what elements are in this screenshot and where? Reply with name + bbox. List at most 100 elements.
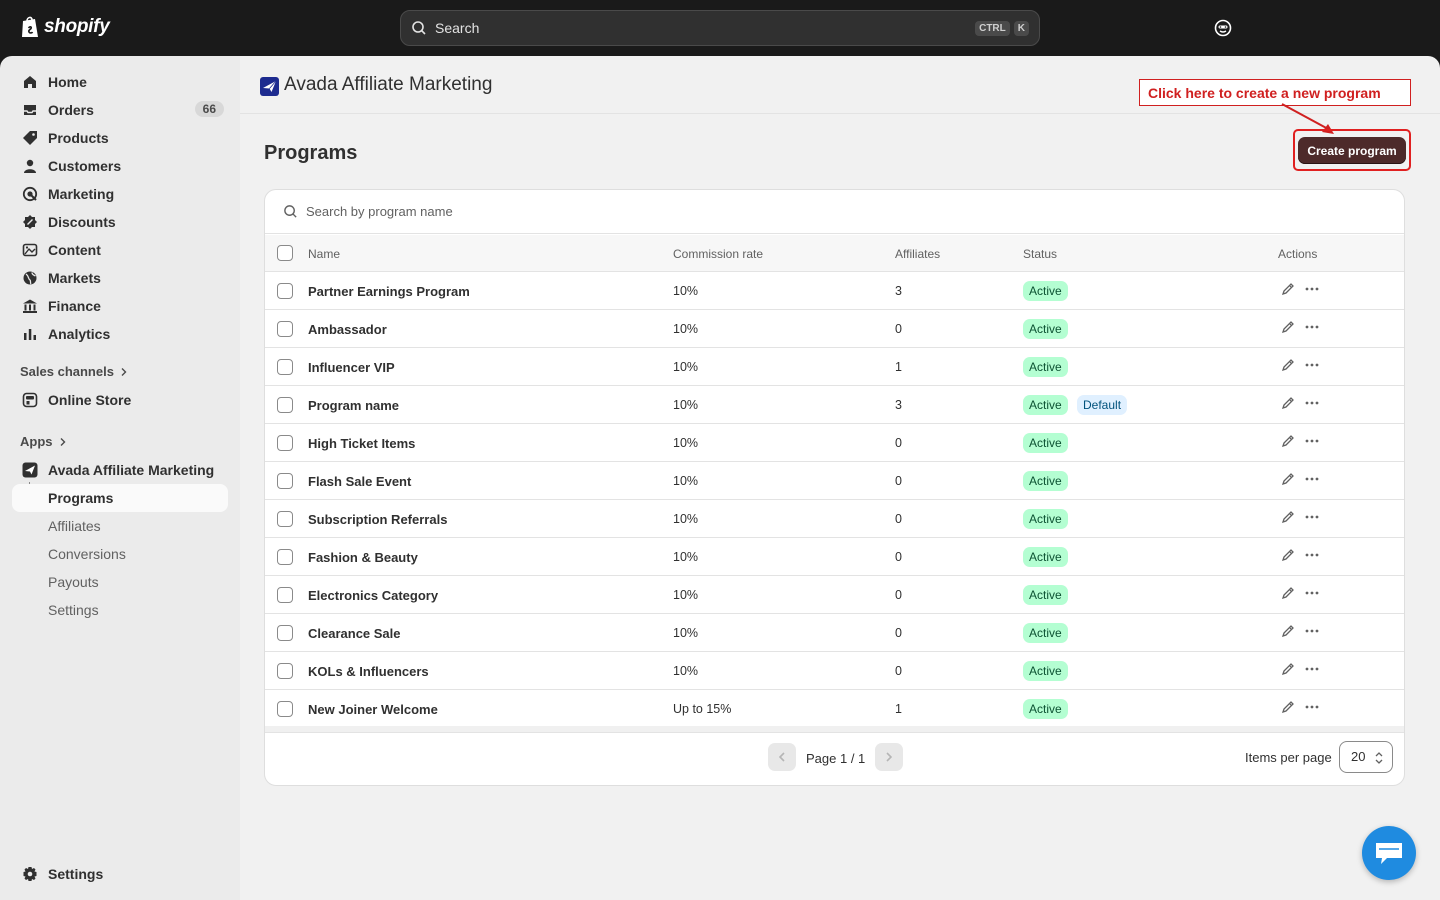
table-row[interactable]: High Ticket Items 10% 0 Active bbox=[265, 424, 1404, 462]
store-avatar-icon[interactable] bbox=[1214, 19, 1232, 37]
edit-pencil-icon[interactable] bbox=[1280, 509, 1296, 525]
column-name: Name bbox=[308, 247, 341, 261]
sidebar-item-marketing[interactable]: Marketing bbox=[12, 180, 228, 208]
row-checkbox[interactable] bbox=[277, 473, 293, 489]
table-row[interactable]: Fashion & Beauty 10% 0 Active bbox=[265, 538, 1404, 576]
shortcut-key-k: K bbox=[1013, 20, 1029, 36]
row-checkbox[interactable] bbox=[277, 663, 293, 679]
global-search[interactable]: Search CTRL K bbox=[400, 10, 1040, 46]
edit-pencil-icon[interactable] bbox=[1280, 699, 1296, 715]
sidebar-item-settings[interactable]: Settings bbox=[12, 860, 228, 888]
more-actions-icon[interactable] bbox=[1304, 281, 1320, 297]
next-page-button[interactable] bbox=[875, 743, 903, 771]
more-actions-icon[interactable] bbox=[1304, 357, 1320, 373]
edit-pencil-icon[interactable] bbox=[1280, 433, 1296, 449]
edit-pencil-icon[interactable] bbox=[1280, 623, 1296, 639]
sidebar-item-label: Markets bbox=[48, 270, 101, 286]
program-search[interactable]: Search by program name bbox=[265, 190, 1404, 234]
more-actions-icon[interactable] bbox=[1304, 319, 1320, 335]
sidebar-item-affiliates[interactable]: Affiliates bbox=[48, 518, 101, 534]
row-checkbox[interactable] bbox=[277, 435, 293, 451]
sidebar-item-conversions[interactable]: Conversions bbox=[48, 546, 126, 562]
edit-pencil-icon[interactable] bbox=[1280, 547, 1296, 563]
chat-button[interactable] bbox=[1362, 826, 1416, 880]
more-actions-icon[interactable] bbox=[1304, 433, 1320, 449]
row-checkbox[interactable] bbox=[277, 549, 293, 565]
sidebar-item-content[interactable]: Content bbox=[12, 236, 228, 264]
shortcut-key-ctrl: CTRL bbox=[975, 20, 1010, 36]
sidebar-item-orders[interactable]: Orders 66 bbox=[12, 96, 228, 124]
program-name-link[interactable]: Fashion & Beauty bbox=[308, 550, 418, 565]
edit-pencil-icon[interactable] bbox=[1280, 585, 1296, 601]
more-actions-icon[interactable] bbox=[1304, 585, 1320, 601]
status-badge: Active bbox=[1023, 395, 1068, 415]
more-actions-icon[interactable] bbox=[1304, 395, 1320, 411]
more-actions-icon[interactable] bbox=[1304, 471, 1320, 487]
row-checkbox[interactable] bbox=[277, 397, 293, 413]
table-row[interactable]: Influencer VIP 10% 1 Active bbox=[265, 348, 1404, 386]
edit-pencil-icon[interactable] bbox=[1280, 661, 1296, 677]
edit-pencil-icon[interactable] bbox=[1280, 319, 1296, 335]
row-checkbox[interactable] bbox=[277, 587, 293, 603]
sidebar-item-analytics[interactable]: Analytics bbox=[12, 320, 228, 348]
apps-heading[interactable]: Apps bbox=[20, 434, 67, 449]
prev-page-button[interactable] bbox=[768, 743, 796, 771]
sidebar-item-markets[interactable]: Markets bbox=[12, 264, 228, 292]
select-all-checkbox[interactable] bbox=[277, 245, 293, 261]
sidebar-item-programs[interactable]: Programs bbox=[12, 484, 228, 512]
table-row[interactable]: Electronics Category 10% 0 Active bbox=[265, 576, 1404, 614]
more-actions-icon[interactable] bbox=[1304, 699, 1320, 715]
sidebar-item-finance[interactable]: Finance bbox=[12, 292, 228, 320]
sidebar-item-products[interactable]: Products bbox=[12, 124, 228, 152]
row-checkbox[interactable] bbox=[277, 701, 293, 717]
program-name-link[interactable]: KOLs & Influencers bbox=[308, 664, 429, 679]
program-name-link[interactable]: Ambassador bbox=[308, 322, 387, 337]
table-row[interactable]: Clearance Sale 10% 0 Active bbox=[265, 614, 1404, 652]
program-name-link[interactable]: Electronics Category bbox=[308, 588, 438, 603]
table-row[interactable]: Flash Sale Event 10% 0 Active bbox=[265, 462, 1404, 500]
program-name-link[interactable]: Clearance Sale bbox=[308, 626, 401, 641]
sidebar-item-payouts[interactable]: Payouts bbox=[48, 574, 99, 590]
table-row[interactable]: Subscription Referrals 10% 0 Active bbox=[265, 500, 1404, 538]
sidebar-item-label: Analytics bbox=[48, 326, 111, 342]
sidebar-item-app-settings[interactable]: Settings bbox=[48, 602, 99, 618]
table-row[interactable]: Program name 10% 3 Active Default bbox=[265, 386, 1404, 424]
program-name-link[interactable]: Flash Sale Event bbox=[308, 474, 411, 489]
row-checkbox[interactable] bbox=[277, 511, 293, 527]
row-checkbox[interactable] bbox=[277, 283, 293, 299]
sales-channels-heading[interactable]: Sales channels bbox=[20, 364, 128, 379]
row-checkbox[interactable] bbox=[277, 359, 293, 375]
table-row[interactable]: Partner Earnings Program 10% 3 Active bbox=[265, 272, 1404, 310]
program-name-link[interactable]: Influencer VIP bbox=[308, 360, 395, 375]
more-actions-icon[interactable] bbox=[1304, 623, 1320, 639]
edit-pencil-icon[interactable] bbox=[1280, 357, 1296, 373]
sidebar-item-customers[interactable]: Customers bbox=[12, 152, 228, 180]
sidebar-item-discounts[interactable]: Discounts bbox=[12, 208, 228, 236]
more-actions-icon[interactable] bbox=[1304, 509, 1320, 525]
more-actions-icon[interactable] bbox=[1304, 547, 1320, 563]
edit-pencil-icon[interactable] bbox=[1280, 395, 1296, 411]
program-name-link[interactable]: Partner Earnings Program bbox=[308, 284, 470, 299]
table-row[interactable]: KOLs & Influencers 10% 0 Active bbox=[265, 652, 1404, 690]
more-actions-icon[interactable] bbox=[1304, 661, 1320, 677]
target-icon bbox=[22, 186, 38, 202]
row-checkbox[interactable] bbox=[277, 321, 293, 337]
program-name-link[interactable]: Program name bbox=[308, 398, 399, 413]
program-search-input[interactable]: Search by program name bbox=[306, 204, 453, 219]
table-header: Name Commission rate Affiliates Status A… bbox=[265, 235, 1404, 272]
home-icon bbox=[24, 76, 36, 88]
edit-pencil-icon[interactable] bbox=[1280, 471, 1296, 487]
program-name-link[interactable]: New Joiner Welcome bbox=[308, 702, 438, 717]
table-row[interactable]: Ambassador 10% 0 Active bbox=[265, 310, 1404, 348]
sidebar-item-online-store[interactable]: Online Store bbox=[12, 386, 228, 414]
items-per-page-select[interactable]: 20 bbox=[1339, 741, 1393, 773]
program-name-link[interactable]: High Ticket Items bbox=[308, 436, 415, 451]
edit-pencil-icon[interactable] bbox=[1280, 281, 1296, 297]
shopify-logo[interactable]: shopify bbox=[20, 15, 110, 39]
row-checkbox[interactable] bbox=[277, 625, 293, 641]
program-name-link[interactable]: Subscription Referrals bbox=[308, 512, 447, 527]
create-program-button[interactable]: Create program bbox=[1298, 137, 1406, 164]
table-row[interactable]: New Joiner Welcome Up to 15% 1 Active bbox=[265, 690, 1404, 728]
sidebar-item-home[interactable]: Home bbox=[12, 68, 228, 96]
sidebar-item-avada-app[interactable]: Avada Affiliate Marketing bbox=[12, 456, 228, 484]
